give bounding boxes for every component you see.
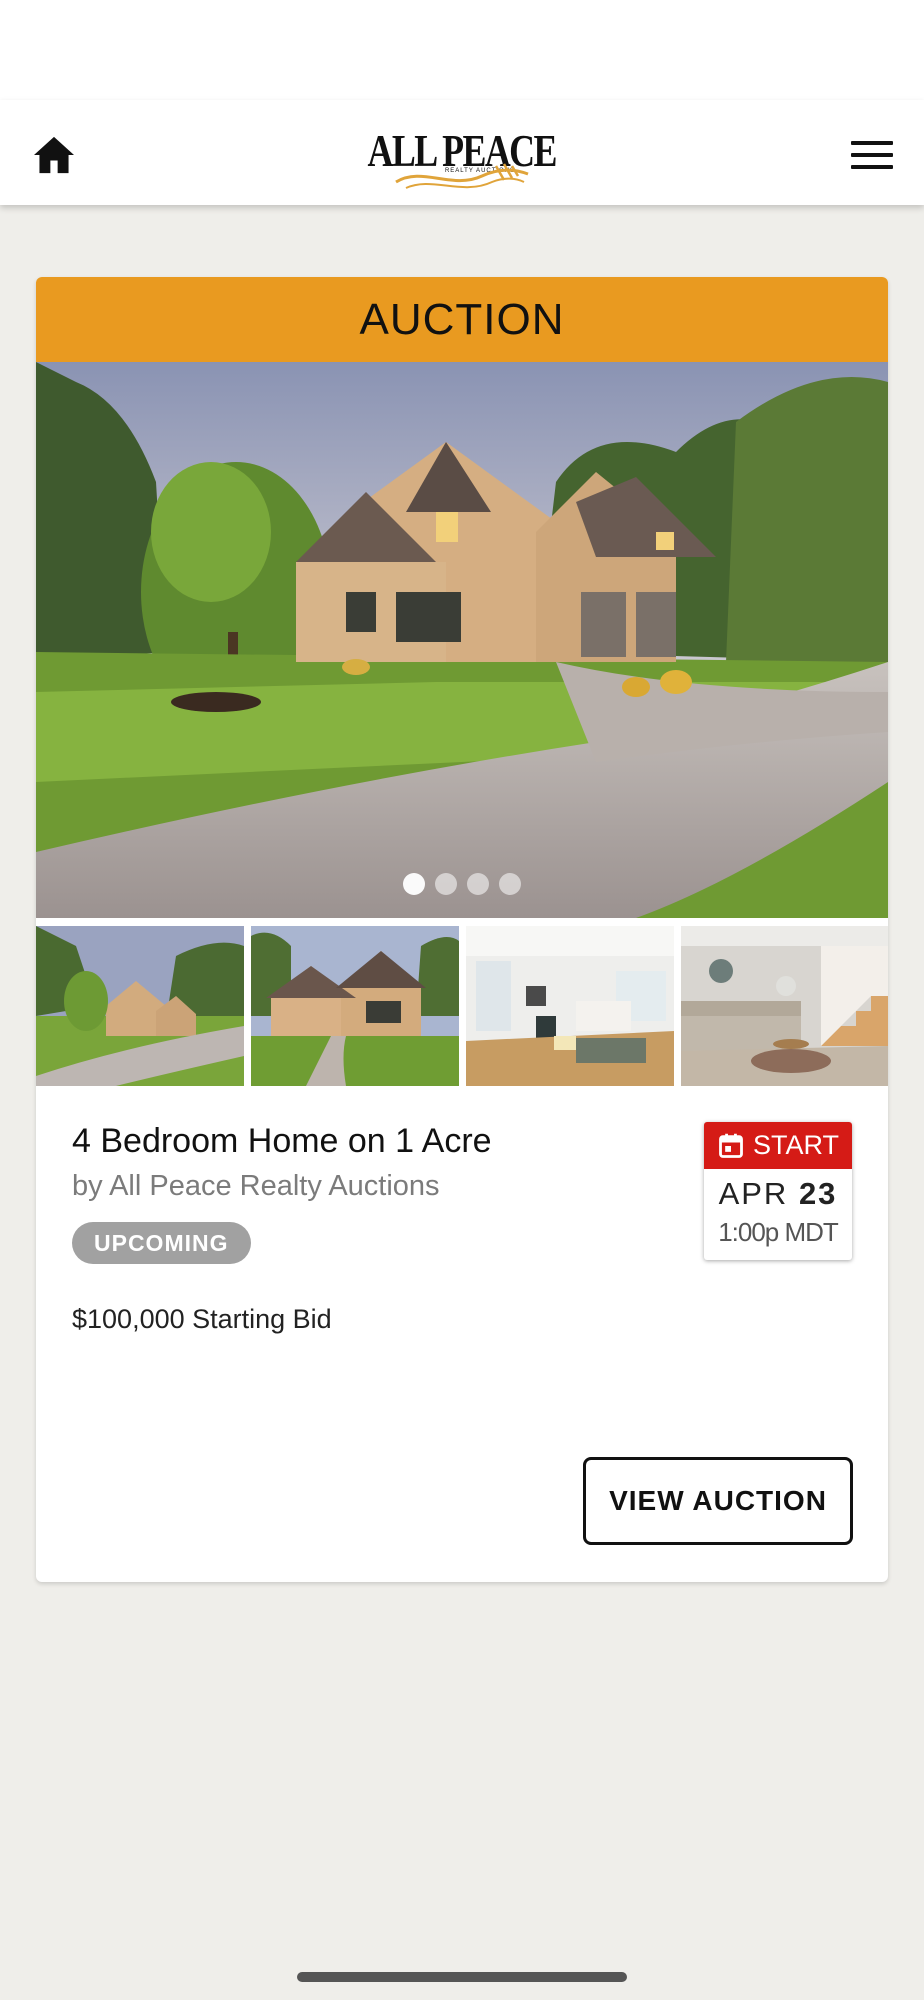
house-exterior-photo: [36, 362, 888, 918]
brand-logo[interactable]: ALL PEACE REALTY AUCTIONS: [368, 106, 558, 196]
starting-bid: $100,000 Starting Bid: [72, 1304, 332, 1334]
listing-type-header: AUCTION: [36, 277, 888, 362]
auction-listing-card[interactable]: AUCTION 4 Bedroom Home on 1 Acre by All …: [36, 277, 888, 1582]
listing-byline: by All Peace Realty Auctions: [72, 1170, 440, 1202]
logo-swoosh-icon: [395, 163, 529, 189]
home-icon: [34, 136, 74, 174]
carousel-dot[interactable]: [435, 873, 457, 895]
app-bar: ALL PEACE REALTY AUCTIONS: [0, 100, 924, 205]
carousel-dot-active[interactable]: [403, 873, 425, 895]
home-indicator[interactable]: [297, 1972, 627, 1982]
start-day: APR 23: [704, 1176, 852, 1212]
thumbnail-strip: [36, 926, 888, 1086]
thumbnail-living-room[interactable]: [466, 926, 674, 1086]
carousel-dot[interactable]: [467, 873, 489, 895]
menu-button[interactable]: [844, 130, 900, 180]
carousel-dot[interactable]: [499, 873, 521, 895]
status-bar: [0, 0, 924, 100]
listing-title[interactable]: 4 Bedroom Home on 1 Acre: [72, 1122, 492, 1161]
thumbnail-living-room-staircase[interactable]: [681, 926, 888, 1086]
start-month: APR: [718, 1176, 789, 1211]
status-badge: UPCOMING: [72, 1222, 251, 1264]
start-time: 1:00p MDT: [718, 1217, 839, 1247]
thumbnail-house-exterior[interactable]: [36, 926, 244, 1086]
view-auction-button[interactable]: VIEW AUCTION: [583, 1457, 853, 1545]
menu-line: [851, 165, 893, 169]
thumbnail-house-front[interactable]: [251, 926, 459, 1086]
calendar-icon: [719, 1133, 743, 1158]
auction-start-date: START APR 23 1:00p MDT: [704, 1122, 852, 1260]
menu-line: [851, 141, 893, 145]
start-label: START: [752, 1130, 839, 1160]
carousel-indicator: [36, 873, 888, 895]
home-button[interactable]: [26, 130, 82, 180]
start-label-bar: START: [704, 1122, 852, 1169]
menu-line: [851, 153, 893, 157]
start-day-number: 23: [798, 1176, 838, 1211]
hero-image-carousel[interactable]: [36, 362, 888, 918]
